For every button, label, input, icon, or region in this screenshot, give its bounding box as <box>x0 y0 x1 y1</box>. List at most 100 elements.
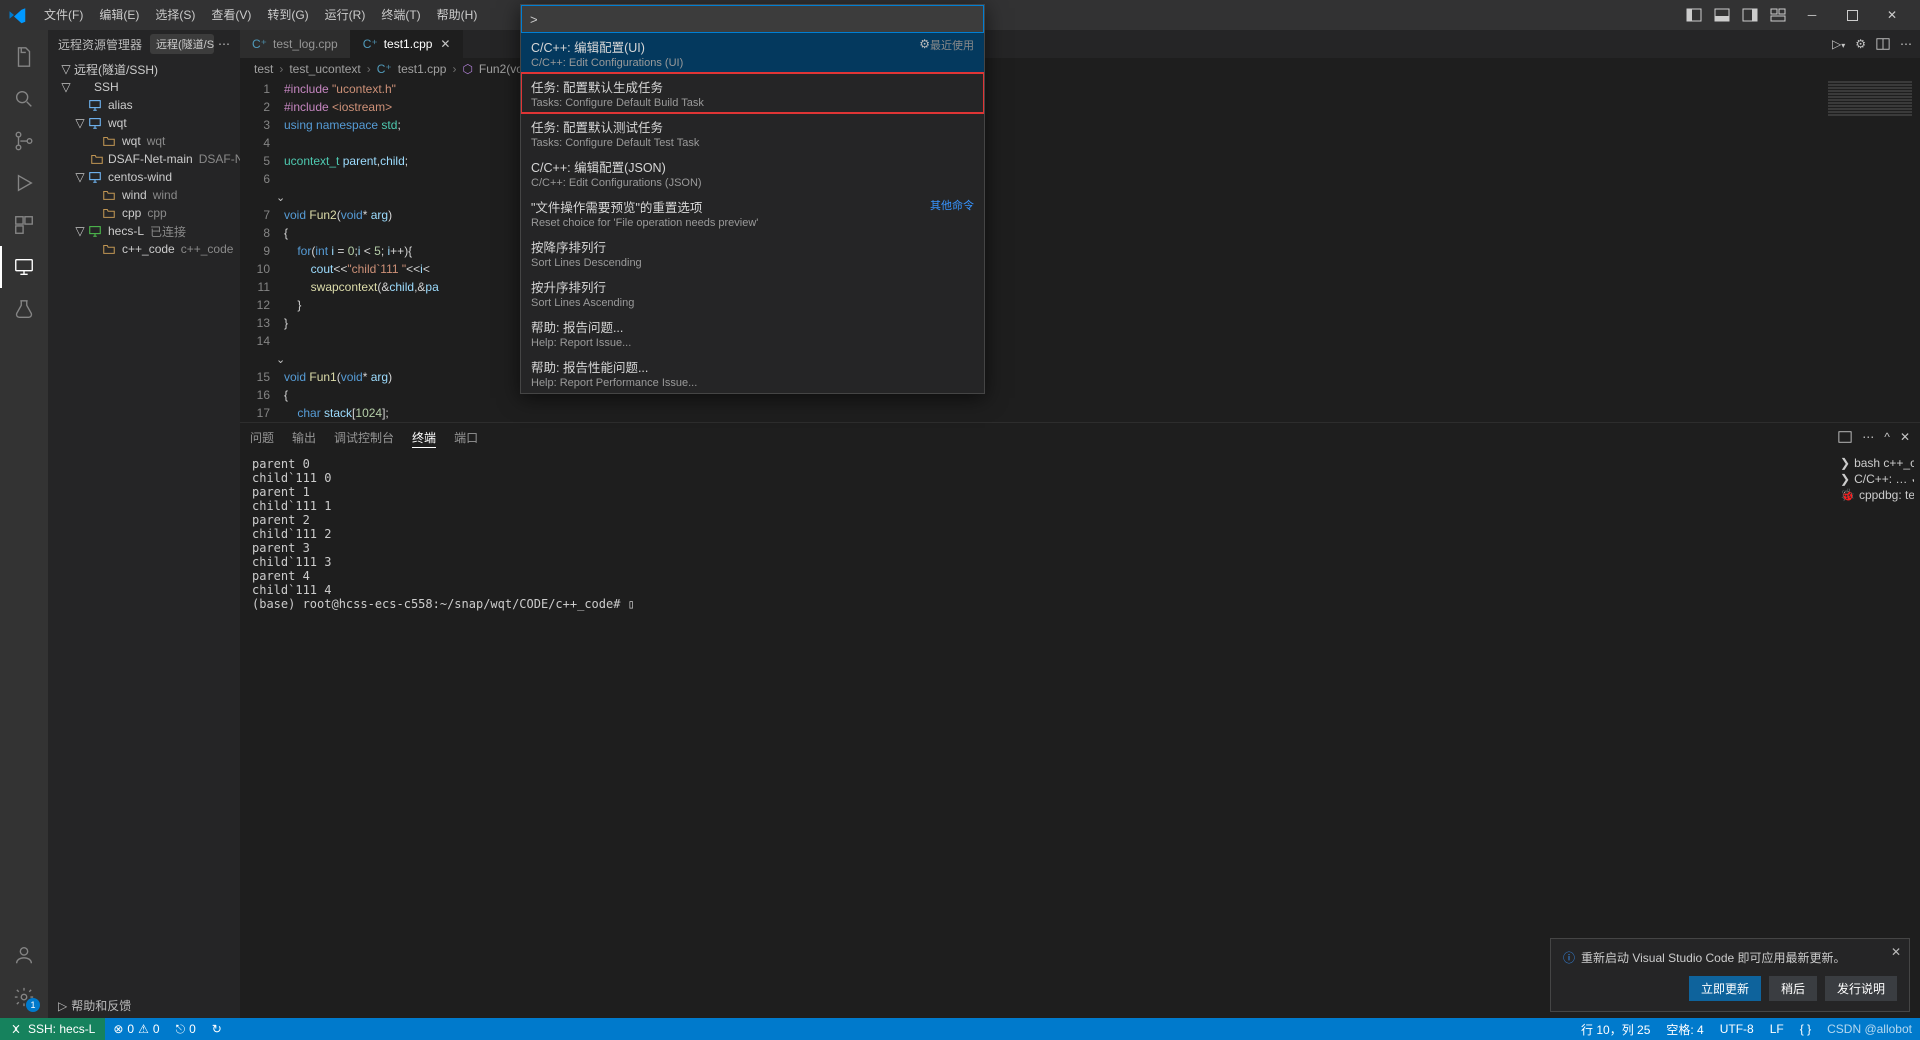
split-editor-icon[interactable] <box>1876 37 1890 51</box>
editor-area: C⁺test_log.cppC⁺test1.cpp✕ ▷▾ ⚙ ⋯ test› … <box>240 30 1920 1018</box>
tree-section-header[interactable]: ▽远程(隧道/SSH) <box>48 60 240 78</box>
layout-panel-left-icon[interactable] <box>1680 0 1708 30</box>
status-bar: SSH: hecs-L ⊗0 ⚠0 ⎋0 ↻ 行 10，列 25 空格: 4 U… <box>0 1018 1920 1040</box>
panel-tab-bar: 问题输出调试控制台终端端口 ⋯ ^ ✕ <box>240 423 1920 451</box>
activity-source-control-icon[interactable] <box>0 120 48 162</box>
activity-run-debug-icon[interactable] <box>0 162 48 204</box>
tree-row[interactable]: c++_codec++_code <box>48 240 240 258</box>
update-notification: ✕ ⓘ重新启动 Visual Studio Code 即可应用最新更新。 立即更… <box>1550 938 1910 1012</box>
menu-item[interactable]: 文件(F) <box>36 8 91 22</box>
fold-icon <box>102 206 118 220</box>
info-icon: ⓘ <box>1563 949 1575 966</box>
terminal-instance[interactable]: ❯bash c++_c… <box>1840 455 1914 471</box>
panel-tab[interactable]: 问题 <box>250 431 274 445</box>
menu-item[interactable]: 转到(G) <box>259 8 316 22</box>
command-palette-input[interactable] <box>521 5 984 33</box>
tree-row[interactable]: cppcpp <box>48 204 240 222</box>
menu-item[interactable]: 终端(T) <box>373 8 428 22</box>
palette-item[interactable]: 按升序排列行Sort Lines Ascending <box>521 273 984 313</box>
status-ports[interactable]: ⎋0 <box>168 1022 204 1037</box>
palette-item[interactable]: C/C++: 编辑配置(JSON)C/C++: Edit Configurati… <box>521 153 984 193</box>
layout-panel-bottom-icon[interactable] <box>1708 0 1736 30</box>
breadcrumb[interactable]: test› test_ucontext› C⁺test1.cpp› ⬡Fun2(… <box>240 58 1920 80</box>
mon-icon <box>88 116 104 130</box>
tree-row[interactable]: ▽hecs-L已连接 <box>48 222 240 240</box>
editor-tab[interactable]: C⁺test_log.cpp <box>240 30 351 58</box>
run-dropdown-icon[interactable]: ▷▾ <box>1832 37 1845 51</box>
status-language-mode[interactable]: { } <box>1792 1022 1819 1036</box>
window-minimize-icon[interactable]: ─ <box>1792 0 1832 30</box>
panel-tab[interactable]: 输出 <box>292 431 316 445</box>
terminal-instance[interactable]: 🐞cppdbg: test1 <box>1840 487 1914 503</box>
mon-icon <box>88 170 104 184</box>
tree-row[interactable]: ▽SSH <box>48 78 240 96</box>
menu-item[interactable]: 查看(V) <box>203 8 259 22</box>
palette-item[interactable]: 帮助: 报告性能问题...Help: Report Performance Is… <box>521 353 984 393</box>
palette-item[interactable]: 按降序排列行Sort Lines Descending <box>521 233 984 273</box>
update-later-button[interactable]: 稍后 <box>1769 976 1817 1001</box>
minimap[interactable] <box>1820 80 1920 440</box>
fold-icon <box>90 152 104 166</box>
status-debug-icon[interactable]: ↻ <box>204 1022 230 1036</box>
bash-icon: ❯ <box>1840 456 1850 470</box>
tree-row[interactable]: wqtwqt <box>48 132 240 150</box>
error-icon: ⊗ <box>113 1022 123 1036</box>
window-maximize-icon[interactable] <box>1832 0 1872 30</box>
sidebar-more-icon[interactable]: ⋯ <box>218 37 230 51</box>
activity-extensions-icon[interactable] <box>0 204 48 246</box>
terminal-instance[interactable]: ❯C/C++: … ✓ <box>1840 471 1914 487</box>
terminal-output[interactable]: parent 0 child`111 0 parent 1 child`111 … <box>240 451 1834 1018</box>
status-remote-indicator[interactable]: SSH: hecs-L <box>0 1018 105 1040</box>
tab-bar: C⁺test_log.cppC⁺test1.cpp✕ ▷▾ ⚙ ⋯ <box>240 30 1920 58</box>
radio-icon: ⎋ <box>176 1022 186 1037</box>
activity-account-icon[interactable] <box>0 934 48 976</box>
sidebar-remote-explorer: 远程资源管理器 远程(隧道/SSH) ⋯ ▽远程(隧道/SSH) ▽SSHali… <box>48 30 240 1018</box>
status-indentation[interactable]: 空格: 4 <box>1658 1021 1711 1038</box>
bottom-panel: 问题输出调试控制台终端端口 ⋯ ^ ✕ parent 0 child`111 0… <box>240 422 1920 1018</box>
status-eol[interactable]: LF <box>1762 1022 1792 1036</box>
update-now-button[interactable]: 立即更新 <box>1689 976 1761 1001</box>
vscode-logo-icon <box>8 6 26 24</box>
menu-item[interactable]: 运行(R) <box>317 8 374 22</box>
editor-more-icon[interactable]: ⋯ <box>1900 37 1912 51</box>
tree-row[interactable]: ▽wqt <box>48 114 240 132</box>
tree-row[interactable]: windwind <box>48 186 240 204</box>
window-close-icon[interactable]: ✕ <box>1872 0 1912 30</box>
status-cursor-position[interactable]: 行 10，列 25 <box>1573 1021 1658 1038</box>
palette-item[interactable]: 最近使用⚙C/C++: 编辑配置(UI)C/C++: Edit Configur… <box>521 33 984 73</box>
tree-row[interactable]: DSAF-Net-mainDSAF-Net-main <box>48 150 240 168</box>
activity-remote-explorer-icon[interactable] <box>0 246 48 288</box>
activity-explorer-icon[interactable] <box>0 36 48 78</box>
menu-item[interactable]: 帮助(H) <box>429 8 486 22</box>
customize-layout-icon[interactable] <box>1764 0 1792 30</box>
settings-update-badge: 1 <box>26 998 40 1012</box>
code-editor[interactable]: 123456789101112131415161718 #include "uc… <box>240 80 1920 422</box>
remote-type-dropdown[interactable]: 远程(隧道/SSH) <box>150 34 214 54</box>
panel-tab[interactable]: 端口 <box>454 431 478 445</box>
activity-search-icon[interactable] <box>0 78 48 120</box>
status-watermark: CSDN @allobot <box>1819 1022 1920 1036</box>
activity-settings-icon[interactable]: 1 <box>0 976 48 1018</box>
editor-settings-icon[interactable]: ⚙ <box>1855 37 1866 51</box>
gear-icon[interactable]: ⚙ <box>919 37 930 51</box>
editor-tab[interactable]: C⁺test1.cpp✕ <box>351 30 464 58</box>
cpp-file-icon: C⁺ <box>252 37 267 51</box>
palette-item[interactable]: 任务: 配置默认生成任务Tasks: Configure Default Bui… <box>521 73 984 113</box>
tab-close-icon[interactable]: ✕ <box>440 37 450 51</box>
panel-tab[interactable]: 终端 <box>412 431 436 448</box>
palette-item[interactable]: 任务: 配置默认测试任务Tasks: Configure Default Tes… <box>521 113 984 153</box>
help-feedback-section[interactable]: ▷帮助和反馈 <box>48 993 240 1018</box>
menu-item[interactable]: 选择(S) <box>147 8 203 22</box>
release-notes-button[interactable]: 发行说明 <box>1825 976 1897 1001</box>
status-encoding[interactable]: UTF-8 <box>1712 1022 1762 1036</box>
status-problems[interactable]: ⊗0 ⚠0 <box>105 1022 167 1036</box>
tree-row[interactable]: alias <box>48 96 240 114</box>
palette-item[interactable]: 其他命令"文件操作需要预览"的重置选项Reset choice for 'Fil… <box>521 193 984 233</box>
layout-panel-right-icon[interactable] <box>1736 0 1764 30</box>
tree-row[interactable]: ▽centos-wind <box>48 168 240 186</box>
panel-tab[interactable]: 调试控制台 <box>334 431 394 445</box>
notification-close-icon[interactable]: ✕ <box>1891 945 1901 959</box>
menu-item[interactable]: 编辑(E) <box>91 8 147 22</box>
activity-testing-icon[interactable] <box>0 288 48 330</box>
palette-item[interactable]: 帮助: 报告问题...Help: Report Issue... <box>521 313 984 353</box>
